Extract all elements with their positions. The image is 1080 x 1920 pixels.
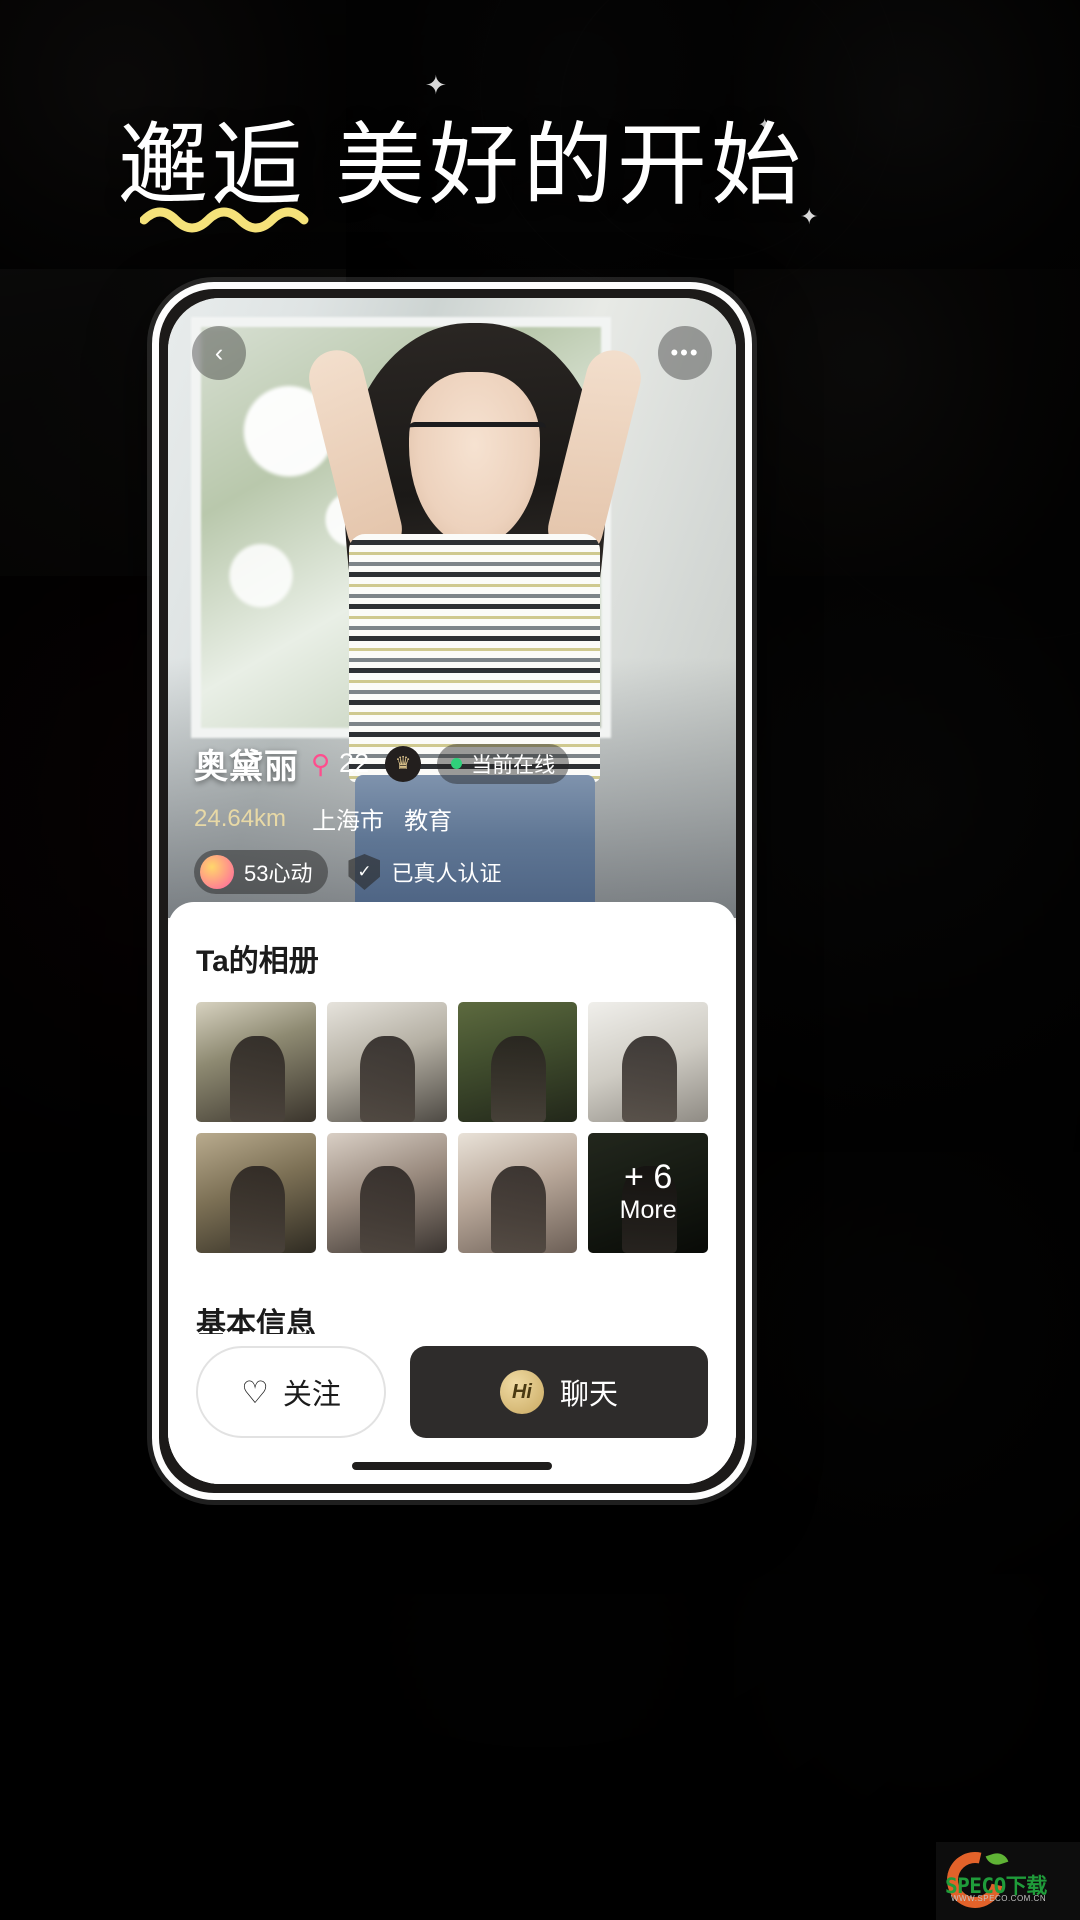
- heart-outline-icon: ♡: [241, 1374, 269, 1410]
- shield-check-icon: ✓: [348, 854, 381, 890]
- hi-badge-icon: Hi: [499, 1370, 544, 1414]
- profile-city: 上海市: [312, 808, 385, 835]
- profile-name-row: 奥黛丽 ⚲ 22 ♛ 当前在线: [194, 739, 710, 788]
- profile-name: 奥黛丽: [194, 748, 299, 786]
- crown-icon: ♛: [385, 745, 422, 782]
- glasses-icon: [409, 422, 546, 453]
- album-photo-subject: [229, 1035, 285, 1122]
- phone-screen: ‹ ••• 奥黛丽 ⚲ 22 ♛ 当前在线 24.64km 上海市 教育 53心…: [168, 298, 736, 1484]
- profile-hero-photo[interactable]: ‹ ••• 奥黛丽 ⚲ 22 ♛ 当前在线 24.64km 上海市 教育 53心…: [168, 298, 736, 918]
- profile-distance: 24.64km: [194, 804, 287, 832]
- female-icon: ⚲: [311, 748, 331, 779]
- more-options-button[interactable]: •••: [658, 326, 712, 380]
- album-photo-subject: [229, 1166, 285, 1253]
- follow-button[interactable]: ♡ 关注: [196, 1346, 386, 1438]
- watermark-logo: SPECO下载 WWW.SPECO.COM.CN: [936, 1842, 1075, 1919]
- verified-label: 已真人认证: [391, 861, 502, 886]
- back-button[interactable]: ‹: [192, 326, 246, 380]
- album-photo[interactable]: [196, 1002, 316, 1122]
- album-more-overlay: + 6 More: [588, 1132, 708, 1253]
- album-photo-subject: [360, 1035, 416, 1122]
- watermark-url: WWW.SPECO.COM.CN: [951, 1894, 1047, 1903]
- album-more-label: More: [619, 1195, 677, 1224]
- album-photo[interactable]: [326, 1002, 447, 1122]
- album-photo-subject: [621, 1035, 677, 1122]
- album-photo[interactable]: [457, 1002, 578, 1122]
- album-photo[interactable]: [588, 1002, 708, 1122]
- action-bar: ♡ 关注 Hi 聊天: [168, 1334, 736, 1484]
- squiggle-underline-icon: [140, 207, 309, 233]
- ellipsis-icon: •••: [670, 340, 700, 365]
- home-indicator: [352, 1462, 552, 1470]
- album-photo-subject: [491, 1166, 547, 1253]
- profile-meta-row: 24.64km 上海市 教育: [194, 801, 710, 836]
- profile-tag-row: 53心动 ✓ 已真人认证: [194, 850, 710, 894]
- album-section-title: Ta的相册: [196, 945, 319, 978]
- phone-mockup: ‹ ••• 奥黛丽 ⚲ 22 ♛ 当前在线 24.64km 上海市 教育 53心…: [152, 282, 752, 1500]
- online-dot-icon: [451, 758, 463, 769]
- album-grid: + 6 More: [196, 1002, 708, 1253]
- chat-button[interactable]: Hi 聊天: [410, 1346, 708, 1438]
- verified-badge: ✓ 已真人认证: [348, 854, 502, 890]
- album-photo[interactable]: [326, 1132, 447, 1253]
- follow-label: 关注: [282, 1379, 341, 1411]
- chat-label: 聊天: [559, 1379, 618, 1411]
- online-status-badge: 当前在线: [437, 743, 570, 784]
- heart-badge-icon: [200, 855, 234, 889]
- album-photo-subject: [491, 1035, 547, 1122]
- album-photo[interactable]: [196, 1132, 316, 1253]
- profile-overlay: 奥黛丽 ⚲ 22 ♛ 当前在线 24.64km 上海市 教育 53心动 ✓ 已真…: [168, 739, 736, 918]
- watermark: SPECO下载 WWW.SPECO.COM.CN: [936, 1842, 1080, 1920]
- chevron-left-icon: ‹: [214, 338, 224, 367]
- album-more-count: + 6: [624, 1158, 673, 1197]
- album-photo-subject: [360, 1166, 416, 1253]
- likes-badge: 53心动: [194, 850, 329, 894]
- likes-label: 53心动: [244, 861, 313, 886]
- profile-occupation: 教育: [404, 808, 453, 835]
- profile-age: 22: [339, 748, 370, 778]
- album-photo[interactable]: [457, 1132, 578, 1253]
- online-status-label: 当前在线: [471, 753, 556, 777]
- hero-topbar: ‹ •••: [168, 298, 736, 388]
- album-more-tile[interactable]: + 6 More: [588, 1132, 708, 1253]
